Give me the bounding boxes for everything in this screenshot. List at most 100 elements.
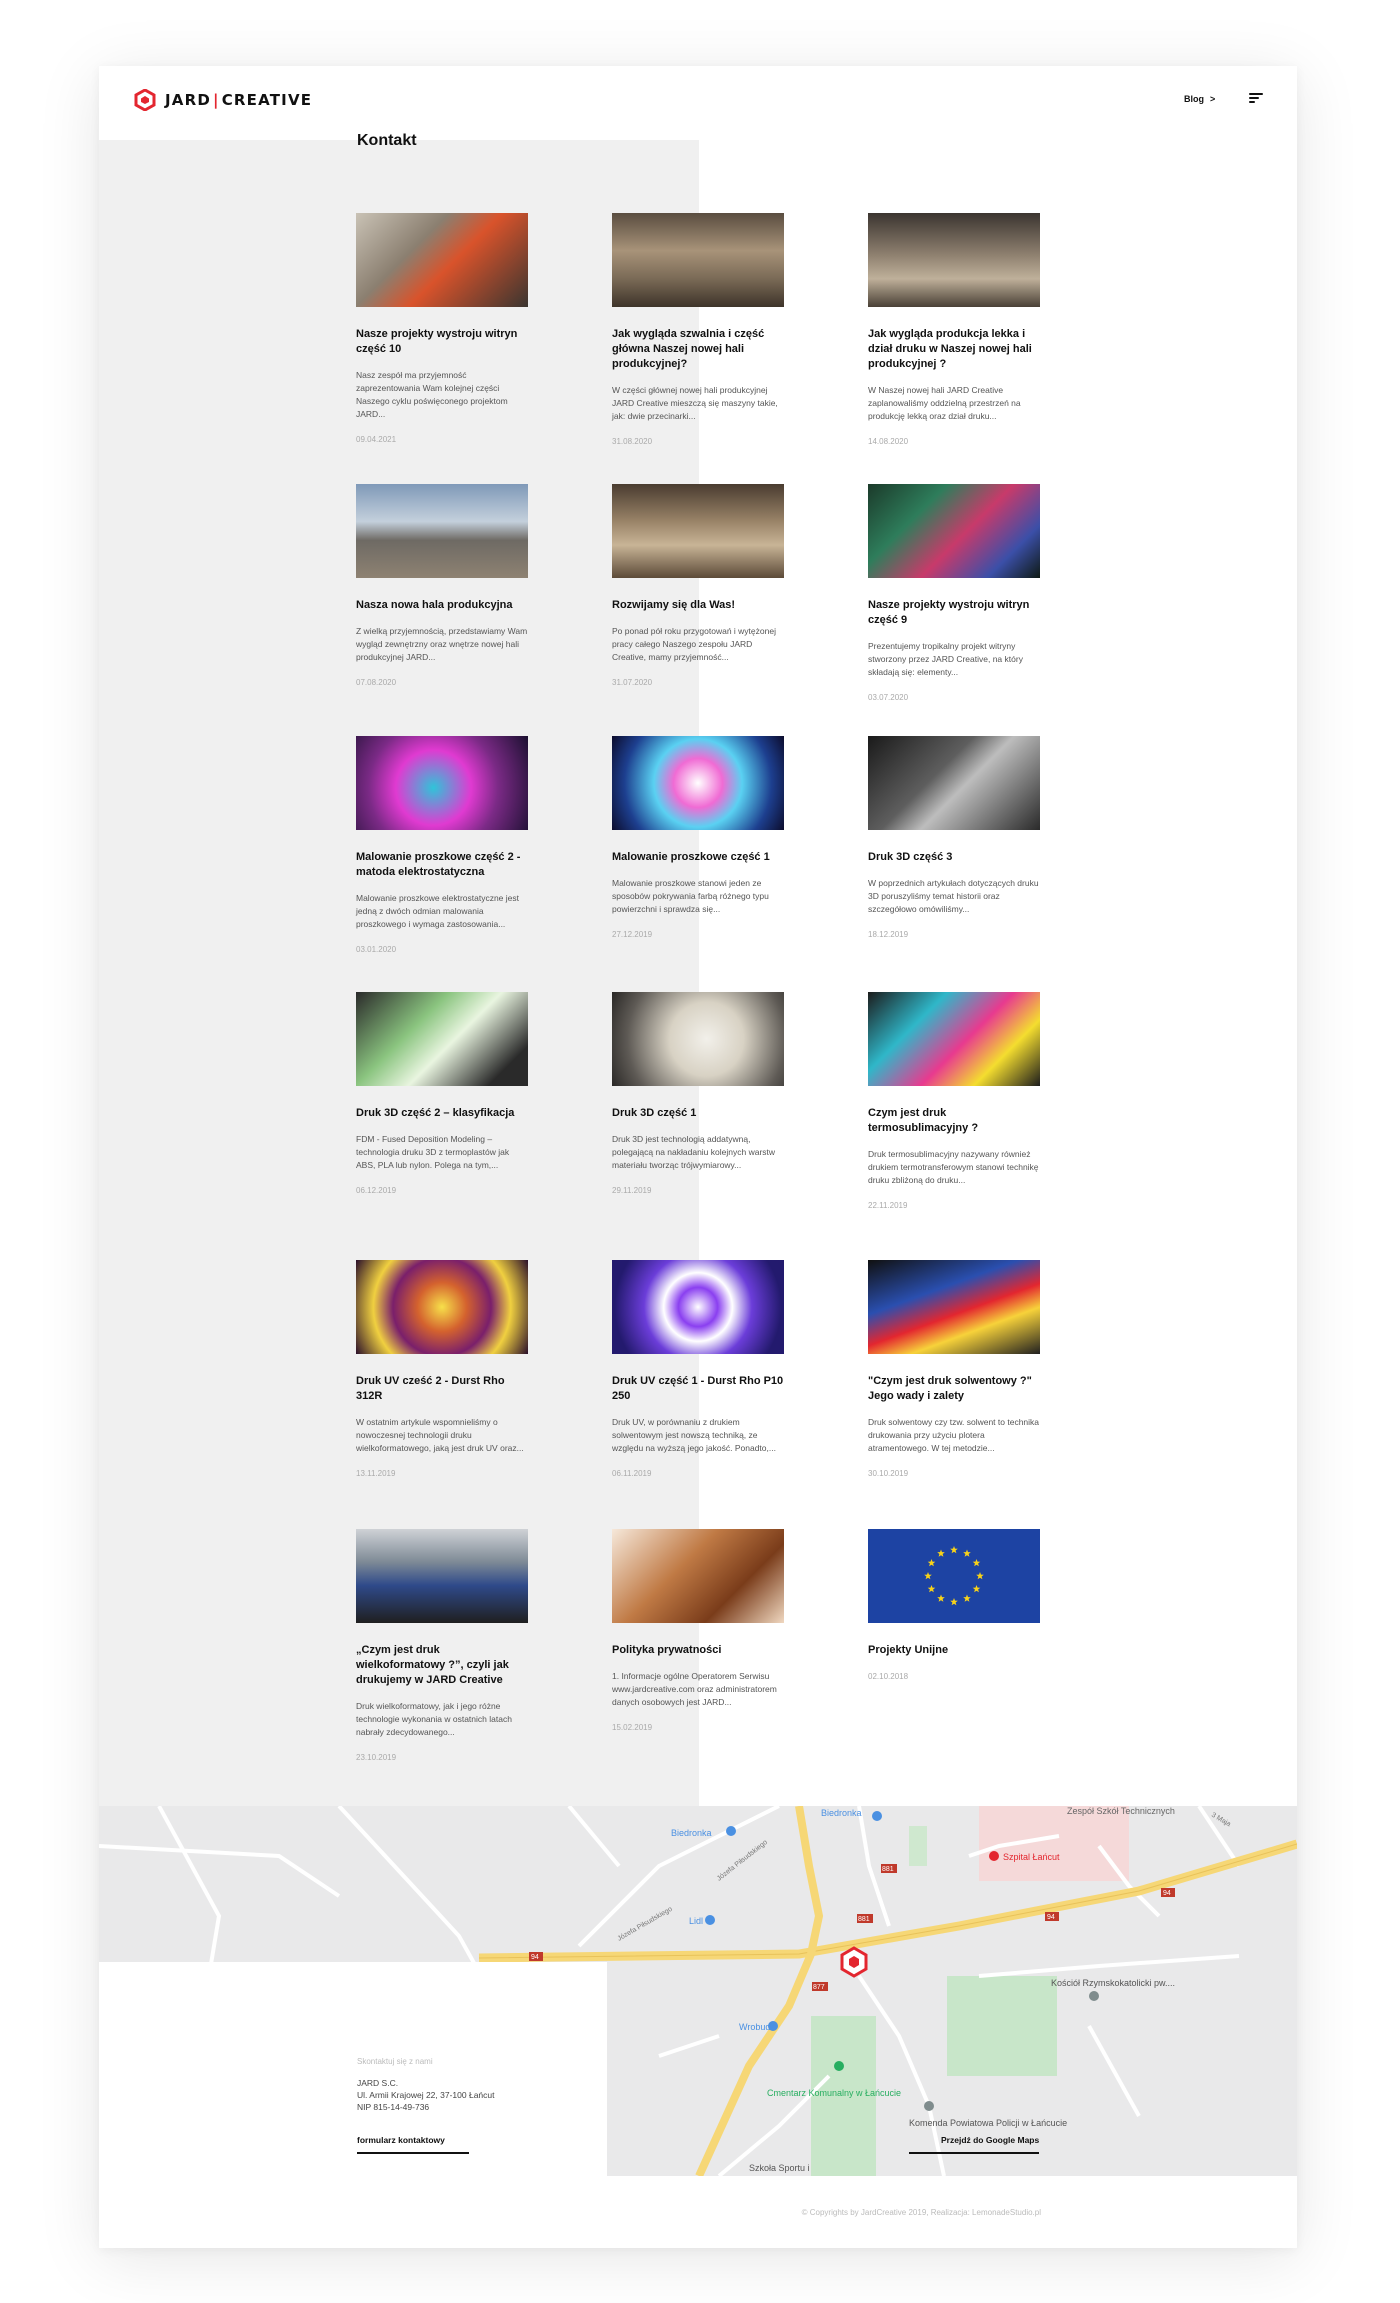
- contact-info: JARD S.C. Ul. Armii Krajowej 22, 37-100 …: [357, 2077, 495, 2113]
- contact-address: Ul. Armii Krajowej 22, 37-100 Łańcut: [357, 2090, 495, 2100]
- blog-card-thumbnail[interactable]: [356, 484, 528, 578]
- contact-form-link[interactable]: formularz kontaktowy: [357, 2135, 445, 2145]
- blog-card-title[interactable]: "Czym jest druk solwentowy ?" Jego wady …: [868, 1374, 1040, 1404]
- blog-card-title[interactable]: Druk 3D część 2 – klasyfikacja: [356, 1106, 528, 1121]
- blog-card[interactable]: Druk UV cześć 2 - Durst Rho 312R W ostatn…: [356, 1260, 528, 1478]
- blog-card-date: 31.08.2020: [612, 437, 653, 446]
- company-location-marker[interactable]: [840, 1946, 868, 1978]
- blog-card-title[interactable]: Rozwijamy się dla Was!: [612, 598, 784, 613]
- blog-card-title[interactable]: „Czym jest druk wielkoformatowy ?”, czyl…: [356, 1643, 528, 1688]
- blog-card[interactable]: Rozwijamy się dla Was! Po ponad pół roku …: [612, 484, 784, 687]
- blog-card-title[interactable]: Jak wygląda produkcja lekka i dział druk…: [868, 327, 1040, 372]
- blog-card-date: 02.10.2018: [868, 1672, 909, 1681]
- blog-card-title[interactable]: Nasza nowa hala produkcyjna: [356, 598, 528, 613]
- blog-card-thumbnail[interactable]: [868, 213, 1040, 307]
- blog-card[interactable]: „Czym jest druk wielkoformatowy ?”, czyl…: [356, 1529, 528, 1762]
- blog-card-excerpt: Druk termosublimacyjny nazywany również …: [868, 1149, 1039, 1185]
- blog-card-thumbnail[interactable]: [612, 1260, 784, 1354]
- blog-card-thumbnail[interactable]: [868, 1260, 1040, 1354]
- blog-card-title[interactable]: Czym jest druk termosublimacyjny ?: [868, 1106, 1040, 1136]
- blog-card-title[interactable]: Druk 3D część 3: [868, 850, 1040, 865]
- blog-card[interactable]: Druk UV część 1 - Durst Rho P10 250 Druk …: [612, 1260, 784, 1478]
- logo-text-separator: |: [213, 91, 220, 109]
- blog-card[interactable]: Malowanie proszkowe część 2 - matoda ele…: [356, 736, 528, 954]
- blog-card-title[interactable]: Druk UV cześć 2 - Durst Rho 312R: [356, 1374, 528, 1404]
- contact-subtitle: Skontaktuj się z nami: [357, 2057, 433, 2066]
- blog-card-excerpt: FDM - Fused Deposition Modeling – techno…: [356, 1134, 510, 1170]
- blog-card-thumbnail[interactable]: [868, 992, 1040, 1086]
- blog-card[interactable]: "Czym jest druk solwentowy ?" Jego wady …: [868, 1260, 1040, 1478]
- blog-card-thumbnail[interactable]: [612, 213, 784, 307]
- blog-card-date: 03.01.2020: [356, 945, 397, 954]
- map-label-biedronka-2: Biedronka: [821, 1808, 862, 1818]
- blog-card-title[interactable]: Nasze projekty wystroju witryn część 9: [868, 598, 1040, 628]
- blog-card[interactable]: Druk 3D część 1 Druk 3D jest technologią …: [612, 992, 784, 1195]
- contact-form-underline: [357, 2152, 469, 2154]
- footer: [99, 2176, 1297, 2248]
- blog-card-excerpt: Druk wielkoformatowy, jak i jego różne t…: [356, 1701, 512, 1737]
- map-label-zespol: Zespół Szkół Technicznych: [1067, 1806, 1175, 1816]
- logo[interactable]: JARD | CREATIVE: [134, 89, 312, 111]
- blog-card-title[interactable]: Malowanie proszkowe część 2 - matoda ele…: [356, 850, 528, 880]
- blog-card-title[interactable]: Jak wygląda szwalnia i część główna Nasz…: [612, 327, 784, 372]
- blog-card[interactable]: Jak wygląda szwalnia i część główna Nasz…: [612, 213, 784, 446]
- blog-card-excerpt: W Naszej nowej hali JARD Creative zaplan…: [868, 385, 1021, 421]
- blog-card-date: 14.08.2020: [868, 437, 909, 446]
- blog-card[interactable]: Druk 3D część 2 – klasyfikacja FDM - Fuse…: [356, 992, 528, 1195]
- site-header: JARD | CREATIVE Blog >: [99, 66, 1297, 140]
- blog-card-thumbnail[interactable]: [356, 992, 528, 1086]
- blog-card[interactable]: Polityka prywatności 1. Informacje ogólne…: [612, 1529, 784, 1732]
- blog-card-excerpt: Z wielką przyjemnością, przedstawiamy Wa…: [356, 626, 528, 662]
- blog-card-thumbnail[interactable]: [612, 992, 784, 1086]
- hamburger-menu-icon[interactable]: [1249, 93, 1263, 103]
- blog-card[interactable]: Nasze projekty wystroju witryn część 9 Pr…: [868, 484, 1040, 702]
- blog-card-excerpt: Malowanie proszkowe stanowi jeden ze spo…: [612, 878, 769, 914]
- map-label-kosciol: Kościół Rzymskokatolicki pw....: [1051, 1978, 1175, 1988]
- blog-card[interactable]: Malowanie proszkowe część 1 Malowanie pro…: [612, 736, 784, 939]
- blog-card-date: 07.08.2020: [356, 678, 397, 687]
- blog-card-excerpt: W ostatnim artykule wspomnieliśmy o nowo…: [356, 1417, 524, 1453]
- blog-card[interactable]: Nasza nowa hala produkcyjna Z wielką przy…: [356, 484, 528, 687]
- nav-blog-label: Blog: [1184, 94, 1204, 104]
- blog-card[interactable]: Projekty Unijne 02.10.2018: [868, 1529, 1040, 1681]
- blog-card-thumbnail[interactable]: [612, 484, 784, 578]
- blog-card-title[interactable]: Projekty Unijne: [868, 1643, 1040, 1658]
- nav-blog-link[interactable]: Blog >: [1184, 94, 1215, 104]
- blog-card-thumbnail[interactable]: [356, 213, 528, 307]
- route-94-a: 94: [531, 1954, 539, 1961]
- blog-card-thumbnail[interactable]: [356, 1260, 528, 1354]
- blog-card-excerpt: Druk solwentowy czy tzw. solwent to tech…: [868, 1417, 1040, 1453]
- blog-card[interactable]: Nasze projekty wystroju witryn część 10 N…: [356, 213, 528, 444]
- logo-text-jard: JARD: [165, 91, 211, 109]
- blog-card[interactable]: Jak wygląda produkcja lekka i dział druk…: [868, 213, 1040, 446]
- blog-card[interactable]: Czym jest druk termosublimacyjny ? Druk t…: [868, 992, 1040, 1210]
- blog-card-thumbnail[interactable]: [612, 736, 784, 830]
- blog-card-excerpt: Druk 3D jest technologią addatywną, pole…: [612, 1134, 776, 1170]
- blog-card-thumbnail[interactable]: [868, 736, 1040, 830]
- google-maps-link[interactable]: Przejdź do Google Maps: [941, 2135, 1039, 2145]
- blog-card-title[interactable]: Druk UV część 1 - Durst Rho P10 250: [612, 1374, 784, 1404]
- blog-card-thumbnail[interactable]: [868, 484, 1040, 578]
- route-877: 877: [813, 1984, 825, 1991]
- blog-card-thumbnail[interactable]: [868, 1529, 1040, 1623]
- blog-card-thumbnail[interactable]: [356, 736, 528, 830]
- map-label-szkola: Szkoła Sportu i: [749, 2163, 810, 2173]
- blog-card-date: 06.11.2019: [612, 1469, 652, 1478]
- blog-card-excerpt: Druk UV, w porównaniu z drukiem solwento…: [612, 1417, 776, 1453]
- blog-card-thumbnail[interactable]: [612, 1529, 784, 1623]
- blog-card-title[interactable]: Polityka prywatności: [612, 1643, 784, 1658]
- chevron-right-icon: >: [1210, 94, 1216, 104]
- blog-card-thumbnail[interactable]: [356, 1529, 528, 1623]
- blog-card-title[interactable]: Druk 3D część 1: [612, 1106, 784, 1121]
- blog-card-excerpt: Prezentujemy tropikalny projekt witryny …: [868, 641, 1023, 677]
- map-label-cmentarz: Cmentarz Komunalny w Łańcucie: [767, 2088, 901, 2098]
- blog-card-date: 27.12.2019: [612, 930, 653, 939]
- map-label-wrobud: Wrobud: [739, 2022, 770, 2032]
- blog-card-excerpt: Nasz zespół ma przyjemność zaprezentowan…: [356, 370, 508, 419]
- contact-box: [99, 1962, 607, 2182]
- blog-card-date: 30.10.2019: [868, 1469, 909, 1478]
- logo-text-creative: CREATIVE: [221, 91, 313, 109]
- blog-card[interactable]: Druk 3D część 3 W poprzednich artykułach …: [868, 736, 1040, 939]
- blog-card-title[interactable]: Malowanie proszkowe część 1: [612, 850, 784, 865]
- blog-card-title[interactable]: Nasze projekty wystroju witryn część 10: [356, 327, 528, 357]
